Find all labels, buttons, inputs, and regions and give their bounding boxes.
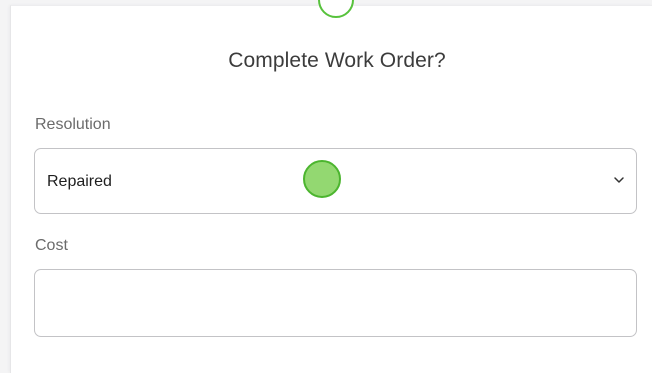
resolution-selected-value: Repaired [47, 173, 112, 190]
dialog-title: Complete Work Order? [228, 49, 446, 72]
status-circle-icon [318, 0, 354, 18]
cost-label: Cost [35, 237, 68, 254]
cursor-indicator [303, 160, 341, 198]
cost-input[interactable] [34, 269, 637, 337]
resolution-label: Resolution [35, 116, 111, 133]
chevron-down-icon [614, 177, 624, 183]
